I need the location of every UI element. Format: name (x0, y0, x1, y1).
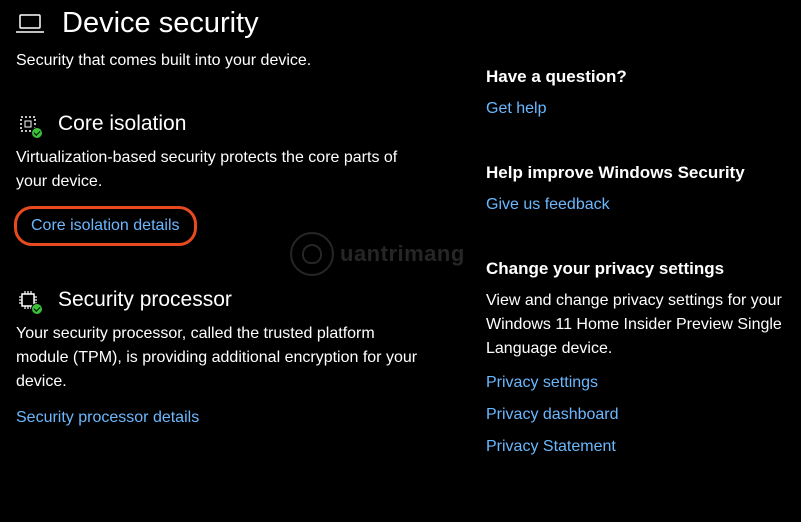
security-processor-description: Your security processor, called the trus… (16, 322, 426, 394)
page-subtitle: Security that comes built into your devi… (16, 50, 454, 72)
laptop-icon (16, 14, 44, 34)
help-improve-section: Help improve Windows Security Give us fe… (486, 163, 785, 217)
tutorial-highlight: Core isolation details (14, 206, 197, 246)
privacy-dashboard-link[interactable]: Privacy dashboard (486, 403, 785, 427)
processor-icon (16, 288, 40, 312)
core-isolation-details-link[interactable]: Core isolation details (31, 214, 180, 238)
have-question-title: Have a question? (486, 67, 785, 87)
status-ok-badge (31, 127, 43, 139)
security-processor-details-link[interactable]: Security processor details (16, 406, 199, 430)
privacy-description: View and change privacy settings for you… (486, 289, 785, 361)
privacy-title: Change your privacy settings (486, 259, 785, 279)
get-help-link[interactable]: Get help (486, 97, 546, 121)
page-header: Device security (16, 7, 454, 40)
have-question-section: Have a question? Get help (486, 67, 785, 121)
help-improve-title: Help improve Windows Security (486, 163, 785, 183)
core-isolation-section: Core isolation Virtualization-based secu… (16, 112, 454, 246)
core-isolation-description: Virtualization-based security protects t… (16, 146, 426, 194)
chip-icon (16, 112, 40, 136)
privacy-statement-link[interactable]: Privacy Statement (486, 435, 785, 459)
page-title: Device security (62, 7, 259, 40)
security-processor-section: Security processor Your security process… (16, 288, 454, 430)
give-feedback-link[interactable]: Give us feedback (486, 193, 610, 217)
status-ok-badge (31, 303, 43, 315)
privacy-section: Change your privacy settings View and ch… (486, 259, 785, 459)
security-processor-title: Security processor (58, 288, 232, 312)
privacy-settings-link[interactable]: Privacy settings (486, 371, 785, 395)
core-isolation-title: Core isolation (58, 112, 186, 136)
